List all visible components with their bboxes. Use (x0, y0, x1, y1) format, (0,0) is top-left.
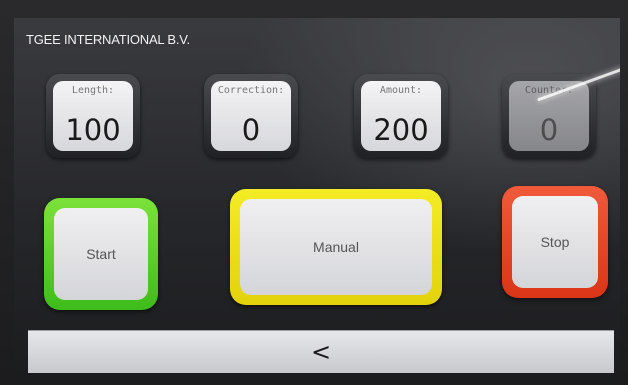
stop-button-face: Stop (512, 196, 598, 288)
correction-value: 0 (241, 113, 261, 147)
start-button-label: Start (86, 246, 116, 262)
correction-field[interactable]: Correction: 0 (204, 74, 298, 158)
counter-display: Counter: 0 (509, 81, 589, 151)
length-value: 100 (65, 113, 121, 147)
stop-button[interactable]: Stop (502, 186, 608, 298)
company-title: TGEE INTERNATIONAL B.V. (26, 32, 190, 47)
amount-value: 200 (373, 113, 429, 147)
length-label: Length: (71, 85, 115, 96)
amount-field[interactable]: Amount: 200 (354, 74, 448, 158)
correction-label: Correction: (217, 85, 285, 96)
bottom-nav-bar: < (28, 330, 614, 373)
back-button[interactable]: < (291, 334, 351, 370)
correction-display: Correction: 0 (211, 81, 291, 151)
counter-field[interactable]: Counter: 0 (502, 74, 596, 158)
start-button[interactable]: Start (44, 198, 158, 310)
hmi-screen: TGEE INTERNATIONAL B.V. Length: 100 Corr… (14, 18, 620, 380)
amount-label: Amount: (379, 85, 423, 96)
manual-button-label: Manual (313, 239, 359, 255)
stop-button-label: Stop (540, 234, 570, 250)
amount-display: Amount: 200 (361, 81, 441, 151)
manual-button[interactable]: Manual (230, 189, 442, 305)
start-button-face: Start (54, 208, 148, 300)
counter-value: 0 (539, 113, 559, 147)
length-display: Length: 100 (53, 81, 133, 151)
manual-button-face: Manual (240, 199, 432, 295)
length-field[interactable]: Length: 100 (46, 74, 140, 158)
back-chevron-icon: < (310, 338, 332, 366)
